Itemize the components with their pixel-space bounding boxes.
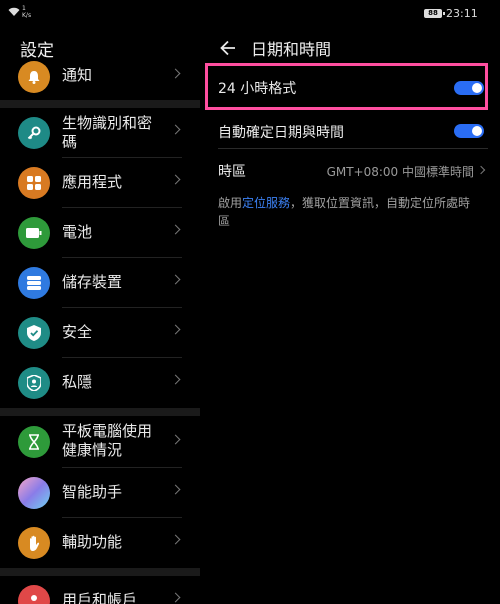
sidebar-item-storage[interactable]: 儲存裝置 xyxy=(0,258,200,308)
wifi-icon xyxy=(8,7,20,16)
sidebar-item-accessibility[interactable]: 輔助功能 xyxy=(0,518,200,568)
setting-row-24-hour[interactable]: 24 小時格式 xyxy=(218,78,488,100)
setting-row-timezone[interactable]: 時區 GMT+08:00 中國標準時間 xyxy=(218,161,488,183)
hint-prefix: 啟用 xyxy=(218,196,243,210)
apps-grid-icon xyxy=(18,167,50,199)
status-time: 23:11 xyxy=(446,7,478,20)
storage-icon xyxy=(18,267,50,299)
settings-sidebar: 設定 通知 生物識別和密碼 應用程式 電池 儲存裝置 安全 私隱 平板電腦使用健… xyxy=(0,26,200,604)
sidebar-item-smart-assistant[interactable]: 智能助手 xyxy=(0,468,200,518)
chevron-right-icon xyxy=(170,592,181,603)
row-divider xyxy=(218,148,488,149)
chevron-right-icon xyxy=(170,324,181,335)
chevron-right-icon xyxy=(170,434,181,445)
back-arrow-icon[interactable] xyxy=(218,38,240,58)
sidebar-item-notifications[interactable]: 通知 xyxy=(0,52,200,102)
chevron-right-icon xyxy=(170,274,181,285)
location-hint: 啟用定位服務，獲取位置資訊，自動定位所處時區 xyxy=(218,194,480,230)
sidebar-item-privacy[interactable]: 私隱 xyxy=(0,358,200,408)
chevron-right-icon xyxy=(170,224,181,235)
section-divider xyxy=(0,408,200,416)
sidebar-item-biometrics[interactable]: 生物識別和密碼 xyxy=(0,108,200,158)
sidebar-item-digital-health[interactable]: 平板電腦使用健康情況 xyxy=(0,416,200,468)
sidebar-item-battery[interactable]: 電池 xyxy=(0,208,200,258)
sidebar-item-security[interactable]: 安全 xyxy=(0,308,200,358)
setting-label-24-hour: 24 小時格式 xyxy=(218,81,297,97)
status-bar: 1 K/s 88 23:11 xyxy=(0,0,500,26)
section-divider xyxy=(0,568,200,576)
privacy-shield-icon xyxy=(18,367,50,399)
chevron-right-icon xyxy=(170,484,181,495)
section-divider xyxy=(0,100,200,108)
key-icon xyxy=(18,117,50,149)
shield-check-icon xyxy=(18,317,50,349)
hourglass-icon xyxy=(18,426,50,458)
sidebar-item-apps[interactable]: 應用程式 xyxy=(0,158,200,208)
chevron-right-icon xyxy=(170,534,181,545)
location-services-link[interactable]: 定位服務 xyxy=(242,196,290,210)
user-icon xyxy=(18,585,50,604)
setting-label-timezone: 時區 xyxy=(218,164,246,180)
setting-label-auto-date-time: 自動確定日期與時間 xyxy=(218,125,344,141)
bell-icon xyxy=(18,61,50,93)
chevron-right-icon xyxy=(170,124,181,135)
date-time-panel: 日期和時間 24 小時格式 自動確定日期與時間 時區 GMT+08:00 中國標… xyxy=(200,26,500,604)
battery-indicator: 88 xyxy=(424,9,445,18)
hand-icon xyxy=(18,527,50,559)
chevron-right-icon xyxy=(170,374,181,385)
battery-icon xyxy=(18,217,50,249)
chevron-right-icon xyxy=(170,68,181,79)
chevron-right-icon xyxy=(476,165,486,175)
toggle-24-hour[interactable] xyxy=(454,81,484,95)
network-speed: 1 K/s xyxy=(22,5,32,19)
page-title: 日期和時間 xyxy=(251,40,332,59)
timezone-value: GMT+08:00 中國標準時間 xyxy=(326,165,474,179)
sidebar-item-users-accounts[interactable]: 用戶和帳戶 xyxy=(0,576,200,604)
chevron-right-icon xyxy=(170,174,181,185)
assistant-icon xyxy=(18,477,50,509)
setting-row-auto-date-time[interactable]: 自動確定日期與時間 xyxy=(218,122,488,144)
toggle-auto-date-time[interactable] xyxy=(454,124,484,138)
